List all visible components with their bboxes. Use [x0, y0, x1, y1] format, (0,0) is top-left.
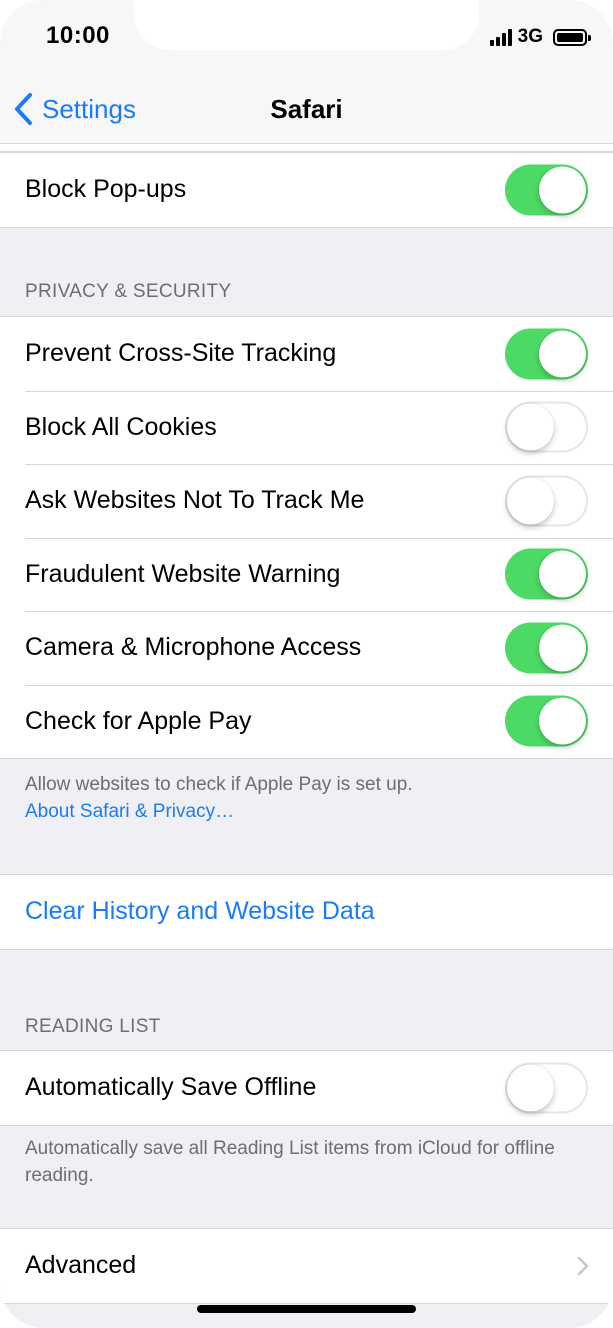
row-check-apple-pay: Check for Apple Pay	[0, 684, 613, 759]
section-header-privacy: PRIVACY & SECURITY	[25, 281, 232, 302]
toggle-fraudulent-website-warning[interactable]	[505, 548, 588, 600]
row-label: Automatically Save Offline	[25, 1073, 317, 1102]
reading-list-footer: Automatically save all Reading List item…	[25, 1138, 555, 1186]
privacy-footer-text: Allow websites to check if Apple Pay is …	[25, 774, 413, 795]
privacy-group: Prevent Cross-Site Tracking Block All Co…	[0, 316, 613, 759]
home-indicator[interactable]	[197, 1305, 416, 1313]
toggle-block-all-cookies[interactable]	[505, 401, 588, 453]
chevron-right-icon	[577, 1256, 589, 1275]
advanced-row[interactable]: Advanced	[0, 1229, 613, 1303]
toggle-auto-save-offline[interactable]	[505, 1062, 588, 1114]
row-label: Block Pop-ups	[25, 175, 187, 204]
clear-history-button[interactable]: Clear History and Website Data	[0, 875, 613, 949]
row-label: Check for Apple Pay	[25, 706, 252, 735]
section-header-reading-list: READING LIST	[25, 1016, 161, 1037]
status-bar: 10:00 3G	[0, 0, 613, 76]
cellular-signal-icon	[489, 28, 512, 46]
clear-history-label: Clear History and Website Data	[25, 897, 375, 926]
navigation-bar: Settings Safari	[0, 76, 613, 144]
advanced-group: Advanced	[0, 1228, 613, 1304]
row-label: Ask Websites Not To Track Me	[25, 486, 365, 515]
toggle-camera-microphone-access[interactable]	[505, 622, 588, 674]
toggle-do-not-track[interactable]	[505, 475, 588, 527]
about-safari-privacy-link[interactable]: About Safari & Privacy…	[25, 798, 583, 825]
row-camera-microphone-access: Camera & Microphone Access	[0, 611, 613, 685]
toggle-block-popups[interactable]	[505, 164, 588, 216]
row-fraudulent-website-warning: Fraudulent Website Warning	[0, 537, 613, 612]
row-label: Fraudulent Website Warning	[25, 559, 341, 588]
reading-list-group: Automatically Save Offline	[0, 1050, 613, 1126]
row-block-popups: Block Pop-ups	[0, 153, 613, 227]
scrolled-content-edge	[0, 144, 613, 152]
row-do-not-track: Ask Websites Not To Track Me	[0, 464, 613, 538]
status-indicators: 3G	[489, 26, 591, 48]
toggle-check-apple-pay[interactable]	[505, 695, 588, 747]
privacy-footer: Allow websites to check if Apple Pay is …	[25, 771, 583, 825]
clear-history-group: Clear History and Website Data	[0, 874, 613, 950]
phone-screen: 10:00 3G Settings Safari Block Pop-ups P	[0, 0, 613, 1328]
row-auto-save-offline: Automatically Save Offline	[0, 1051, 613, 1125]
battery-full-icon	[553, 28, 591, 46]
status-time: 10:00	[46, 22, 110, 49]
row-prevent-cross-site-tracking: Prevent Cross-Site Tracking	[0, 317, 613, 391]
network-type: 3G	[517, 26, 543, 47]
row-label: Camera & Microphone Access	[25, 633, 362, 662]
row-label: Prevent Cross-Site Tracking	[25, 339, 337, 368]
advanced-label: Advanced	[25, 1251, 137, 1280]
popups-group: Block Pop-ups	[0, 152, 613, 228]
row-block-all-cookies: Block All Cookies	[0, 390, 613, 465]
page-title: Safari	[270, 94, 343, 124]
row-label: Block All Cookies	[25, 412, 217, 441]
notch	[134, 0, 479, 50]
toggle-prevent-cross-site-tracking[interactable]	[505, 328, 588, 380]
